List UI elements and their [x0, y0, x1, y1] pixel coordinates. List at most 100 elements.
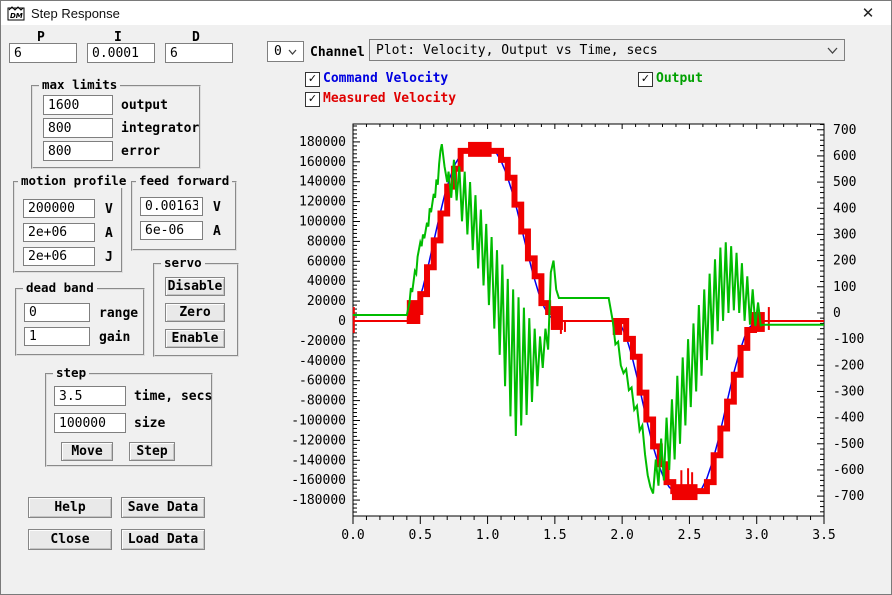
max-limits-title: max limits [39, 77, 120, 92]
svg-text:DM: DM [10, 12, 23, 20]
svg-text:20000: 20000 [307, 294, 346, 309]
svg-text:600: 600 [833, 149, 856, 164]
error-limit-label: error [121, 144, 160, 159]
integrator-limit-label: integrator [121, 121, 199, 136]
svg-text:40000: 40000 [307, 274, 346, 289]
app-icon: DM [7, 5, 25, 21]
svg-text:140000: 140000 [299, 175, 346, 190]
svg-text:0.0: 0.0 [341, 528, 364, 543]
d-input[interactable] [165, 43, 233, 63]
close-button[interactable]: Close [28, 529, 112, 550]
svg-text:0: 0 [833, 306, 841, 321]
command-velocity-label: Command Velocity [323, 71, 448, 86]
deadband-gain-input[interactable] [24, 327, 90, 346]
svg-text:-200: -200 [833, 358, 864, 373]
svg-text:-140000: -140000 [291, 453, 346, 468]
error-limit-input[interactable] [43, 141, 113, 161]
svg-text:-100000: -100000 [291, 413, 346, 428]
svg-text:1.5: 1.5 [543, 528, 566, 543]
disable-button[interactable]: Disable [165, 277, 225, 296]
svg-text:160000: 160000 [299, 155, 346, 170]
load-data-button[interactable]: Load Data [121, 529, 205, 550]
svg-text:-180000: -180000 [291, 493, 346, 508]
svg-text:-40000: -40000 [299, 354, 346, 369]
step-response-chart: -180000 -160000 -140000 -120000 -100000 -8000… [281, 109, 885, 561]
acceleration-label: A [105, 226, 113, 241]
svg-text:-500: -500 [833, 437, 864, 452]
help-button[interactable]: Help [28, 497, 112, 518]
i-input[interactable] [87, 43, 155, 63]
ff-velocity-input[interactable] [140, 197, 203, 216]
ff-acceleration-label: A [213, 224, 221, 239]
servo-title: servo [161, 255, 205, 270]
integrator-limit-input[interactable] [43, 118, 113, 138]
svg-text:80000: 80000 [307, 234, 346, 249]
svg-text:-60000: -60000 [299, 374, 346, 389]
svg-text:120000: 120000 [299, 195, 346, 210]
svg-text:3.5: 3.5 [812, 528, 835, 543]
svg-text:3.0: 3.0 [745, 528, 768, 543]
output-limit-input[interactable] [43, 95, 113, 115]
measured-velocity-label: Measured Velocity [323, 91, 456, 106]
close-window-button[interactable]: ✕ [853, 3, 883, 23]
svg-text:700: 700 [833, 123, 856, 138]
measured-velocity-checkbox[interactable]: ✓ [305, 92, 320, 107]
svg-text:500: 500 [833, 175, 856, 190]
acceleration-input[interactable] [23, 223, 95, 242]
svg-text:-700: -700 [833, 489, 864, 504]
ff-acceleration-input[interactable] [140, 221, 203, 240]
svg-text:-80000: -80000 [299, 394, 346, 409]
deadband-gain-label: gain [99, 330, 130, 345]
step-time-input[interactable] [54, 386, 126, 406]
feed-forward-title: feed forward [136, 173, 232, 188]
jerk-label: J [105, 250, 113, 265]
svg-text:1.0: 1.0 [476, 528, 499, 543]
svg-text:-400: -400 [833, 411, 864, 426]
window-title: Step Response [31, 6, 120, 21]
ff-velocity-label: V [213, 200, 221, 215]
output-limit-label: output [121, 98, 168, 113]
output-label: Output [656, 71, 703, 86]
move-button[interactable]: Move [61, 442, 113, 461]
step-title: step [53, 365, 89, 380]
svg-text:60000: 60000 [307, 254, 346, 269]
deadband-range-label: range [99, 306, 138, 321]
output-checkbox[interactable]: ✓ [638, 72, 653, 87]
step-size-input[interactable] [54, 413, 126, 433]
command-velocity-checkbox[interactable]: ✓ [305, 72, 320, 87]
velocity-input[interactable] [23, 199, 95, 218]
svg-text:2.5: 2.5 [678, 528, 701, 543]
svg-text:200: 200 [833, 254, 856, 269]
svg-text:2.0: 2.0 [610, 528, 633, 543]
step-button[interactable]: Step [129, 442, 175, 461]
plot-type-select[interactable]: Plot: Velocity, Output vs Time, secs [369, 39, 845, 61]
enable-button[interactable]: Enable [165, 329, 225, 348]
svg-text:300: 300 [833, 227, 856, 242]
svg-text:-20000: -20000 [299, 334, 346, 349]
plot-type-value: Plot: Velocity, Output vs Time, secs [376, 43, 658, 58]
velocity-label: V [105, 202, 113, 217]
svg-text:0.5: 0.5 [409, 528, 432, 543]
step-size-label: size [134, 416, 165, 431]
title-bar: DM Step Response ✕ [1, 1, 891, 25]
chart-svg: -180000 -160000 -140000 -120000 -100000 -8000… [281, 109, 885, 561]
feed-forward-group: feed forward [131, 181, 237, 251]
step-time-label: time, secs [134, 389, 212, 404]
deadband-range-input[interactable] [24, 303, 90, 322]
svg-text:-600: -600 [833, 463, 864, 478]
channel-value: 0 [274, 44, 282, 59]
save-data-button[interactable]: Save Data [121, 497, 205, 518]
p-input[interactable] [9, 43, 77, 63]
jerk-input[interactable] [23, 247, 95, 266]
svg-text:100: 100 [833, 280, 856, 295]
svg-text:100000: 100000 [299, 215, 346, 230]
svg-text:-120000: -120000 [291, 433, 346, 448]
zero-button[interactable]: Zero [165, 303, 225, 322]
channel-select[interactable]: 0 [267, 41, 304, 62]
chevron-down-icon [827, 47, 838, 54]
svg-text:-160000: -160000 [291, 473, 346, 488]
motion-profile-title: motion profile [18, 173, 129, 188]
svg-text:400: 400 [833, 201, 856, 216]
dead-band-title: dead band [23, 280, 97, 295]
svg-text:-300: -300 [833, 384, 864, 399]
